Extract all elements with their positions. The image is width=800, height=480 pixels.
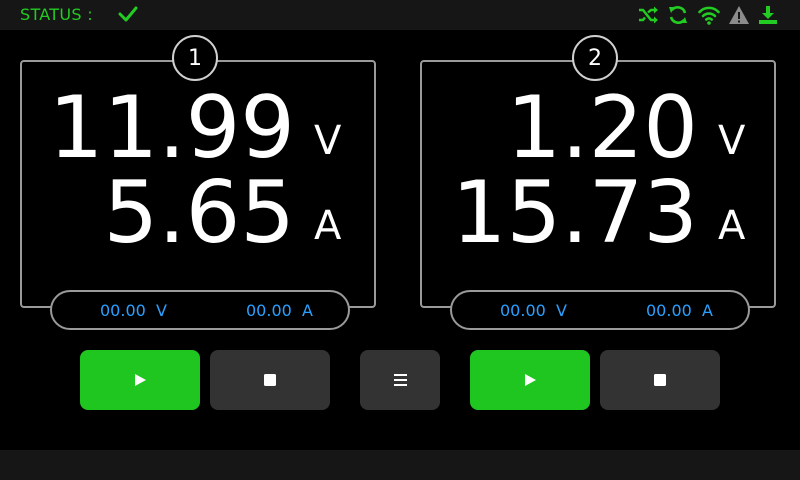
channel-1-set-current[interactable]: 00.00 A (246, 301, 313, 320)
menu-button[interactable] (360, 350, 440, 410)
refresh-icon[interactable] (667, 4, 689, 26)
shuffle-icon[interactable] (637, 4, 659, 26)
channel-2-start-button[interactable] (470, 350, 590, 410)
download-icon[interactable] (757, 4, 779, 26)
wifi-icon[interactable] (698, 4, 720, 26)
menu-icon (393, 374, 407, 386)
channel-1-current-unit: A (314, 203, 342, 249)
channel-2-badge: 2 (572, 35, 618, 81)
channel-1-setpoints[interactable]: 00.00 V 00.00 A (50, 290, 350, 330)
channel-1-voltage-unit: V (314, 118, 342, 164)
status-bar: STATUS : (0, 0, 800, 30)
channel-2-current: 15.73 (451, 163, 698, 263)
power-supply-screen: STATUS : 1 11.99 V 5.65 A 00.00 V 00.00 … (0, 0, 800, 480)
channel-2-set-current[interactable]: 00.00 A (646, 301, 713, 320)
channel-1-voltage: 11.99 (48, 78, 295, 178)
channel-2-voltage-unit: V (718, 118, 746, 164)
play-icon (525, 374, 536, 386)
channel-2-set-voltage[interactable]: 00.00 V (500, 301, 567, 320)
channel-1-set-voltage[interactable]: 00.00 V (100, 301, 167, 320)
channel-1-start-button[interactable] (80, 350, 200, 410)
warning-icon[interactable] (728, 4, 750, 26)
stop-icon (654, 374, 666, 386)
channel-2-stop-button[interactable] (600, 350, 720, 410)
bottom-bar (0, 450, 800, 480)
channel-1-badge: 1 (172, 35, 218, 81)
channel-2-setpoints[interactable]: 00.00 V 00.00 A (450, 290, 750, 330)
channel-1-current: 5.65 (103, 163, 295, 263)
channel-1-stop-button[interactable] (210, 350, 330, 410)
stop-icon (264, 374, 276, 386)
channel-2-current-unit: A (718, 203, 746, 249)
status-label: STATUS : (20, 5, 93, 24)
play-icon (135, 374, 146, 386)
check-icon (118, 6, 138, 22)
channel-2-voltage: 1.20 (506, 78, 698, 178)
